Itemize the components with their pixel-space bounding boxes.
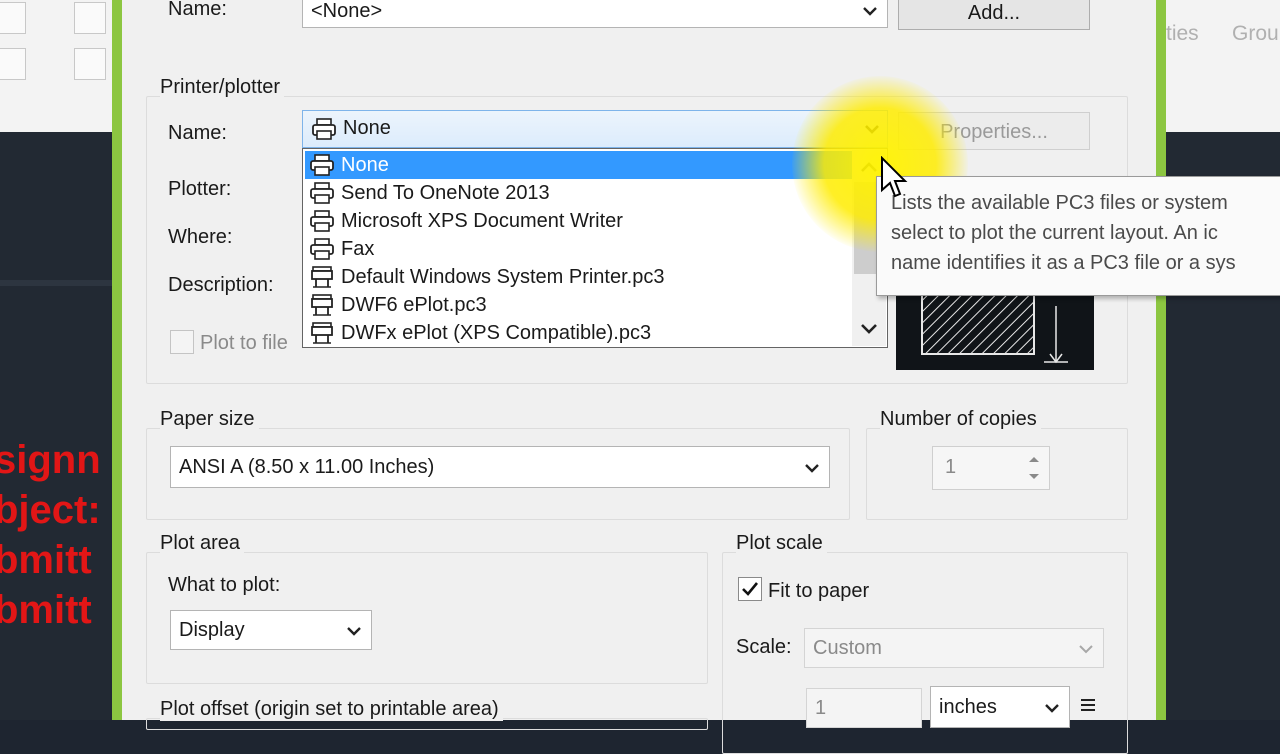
paper-size-value: ANSI A (8.50 x 11.00 Inches)	[179, 456, 435, 478]
paper-size-label: Paper size	[160, 408, 259, 431]
plotter-icon	[311, 322, 333, 344]
page-setup-name-label: Name:	[168, 0, 227, 20]
scale-label: Scale:	[736, 636, 792, 658]
what-to-plot-select[interactable]: Display	[170, 610, 372, 650]
ribbon-tool-button[interactable]	[0, 2, 26, 34]
plot-preview	[896, 291, 1094, 370]
list-item[interactable]: DWF6 ePlot.pc3	[305, 291, 853, 319]
chevron-down-icon	[1045, 704, 1059, 713]
what-to-plot-label: What to plot:	[168, 574, 281, 596]
plotter-icon	[311, 294, 333, 316]
plot-offset-label: Plot offset (origin set to printable are…	[160, 698, 503, 721]
plot-to-file-label: Plot to file	[200, 332, 288, 354]
stepper-up-icon[interactable]	[1025, 451, 1043, 467]
list-item-label: Send To OneNote 2013	[341, 182, 550, 204]
plotter-icon	[311, 266, 333, 288]
tooltip-line: name identifies it as a PC3 file or a sy…	[891, 252, 1236, 274]
list-item[interactable]: Microsoft XPS Document Writer	[305, 207, 853, 235]
equals-icon	[1081, 699, 1095, 711]
plot-to-file-checkbox[interactable]	[170, 330, 194, 354]
printer-tooltip: Lists the available PC3 files or system …	[876, 176, 1280, 296]
scale-value: Custom	[813, 637, 882, 659]
page-setup-name-select[interactable]: <None>	[302, 0, 888, 28]
list-item[interactable]: Default Windows System Printer.pc3	[305, 263, 853, 291]
list-item-label: DWFx ePlot (XPS Compatible).pc3	[341, 322, 652, 344]
tooltip-line: Lists the available PC3 files or system	[891, 192, 1228, 214]
list-item-label: Microsoft XPS Document Writer	[341, 210, 623, 232]
ribbon-tool-button[interactable]	[0, 48, 26, 80]
add-button-label: Add...	[967, 2, 1021, 24]
printer-icon	[310, 182, 334, 204]
add-button[interactable]: Add...	[898, 0, 1090, 30]
drawing-text-line: bmitt	[0, 588, 92, 632]
chevron-down-icon	[347, 627, 361, 636]
scale-number-value: 1	[815, 697, 827, 719]
drawing-text-line: bmitt	[0, 538, 92, 582]
ribbon-tool-button[interactable]	[74, 48, 106, 80]
list-item[interactable]: DWFx ePlot (XPS Compatible).pc3	[305, 319, 853, 347]
page-setup-name-value: <None>	[311, 0, 383, 22]
list-item-label: None	[341, 154, 389, 176]
scroll-down-icon[interactable]	[858, 320, 880, 338]
printer-icon	[310, 154, 334, 176]
paper-preview-icon	[921, 291, 1068, 364]
plot-scale-label: Plot scale	[736, 532, 827, 555]
units-value: inches	[939, 696, 997, 718]
description-label: Description:	[168, 274, 274, 296]
plotter-label: Plotter:	[168, 178, 232, 200]
copies-value: 1	[945, 456, 957, 478]
what-to-plot-value: Display	[179, 619, 245, 641]
ribbon-label-properties: ties	[1166, 22, 1199, 45]
printer-icon	[310, 210, 334, 232]
fit-to-paper-checkbox[interactable]	[738, 577, 762, 601]
printer-plotter-group-label: Printer/plotter	[160, 76, 285, 99]
list-item[interactable]: Send To OneNote 2013	[305, 179, 853, 207]
fit-to-paper-label: Fit to paper	[768, 580, 870, 602]
printer-icon	[312, 118, 336, 140]
where-label: Where:	[168, 226, 233, 248]
printer-icon	[310, 238, 334, 260]
stepper-down-icon[interactable]	[1025, 469, 1043, 485]
chevron-down-icon	[863, 7, 877, 16]
mouse-cursor-icon	[881, 156, 908, 198]
scale-number-input[interactable]: 1	[806, 688, 922, 728]
printer-name-label: Name:	[168, 122, 227, 144]
copies-label: Number of copies	[880, 408, 1041, 431]
scale-select[interactable]: Custom	[804, 628, 1104, 668]
list-item-label: DWF6 ePlot.pc3	[341, 294, 487, 316]
ribbon-tool-button[interactable]	[74, 2, 106, 34]
chevron-down-icon	[805, 464, 819, 473]
list-item[interactable]: None	[305, 151, 853, 179]
chevron-down-icon	[1079, 645, 1093, 654]
printer-name-value: None	[343, 117, 391, 139]
ribbon-label-groups: Grou	[1232, 22, 1279, 45]
checkmark-icon	[742, 582, 759, 596]
list-item-label: Default Windows System Printer.pc3	[341, 266, 665, 288]
units-select[interactable]: inches	[930, 686, 1070, 728]
tooltip-line: select to plot the current layout. An ic	[891, 222, 1218, 244]
copies-stepper[interactable]: 1	[932, 446, 1050, 490]
list-item[interactable]: Fax	[305, 235, 853, 263]
drawing-text-line: bject:	[0, 488, 101, 532]
drawing-text-line: signn	[0, 438, 101, 482]
paper-size-select[interactable]: ANSI A (8.50 x 11.00 Inches)	[170, 446, 830, 488]
list-item-label: Fax	[341, 238, 375, 260]
plot-area-label: Plot area	[160, 532, 245, 555]
